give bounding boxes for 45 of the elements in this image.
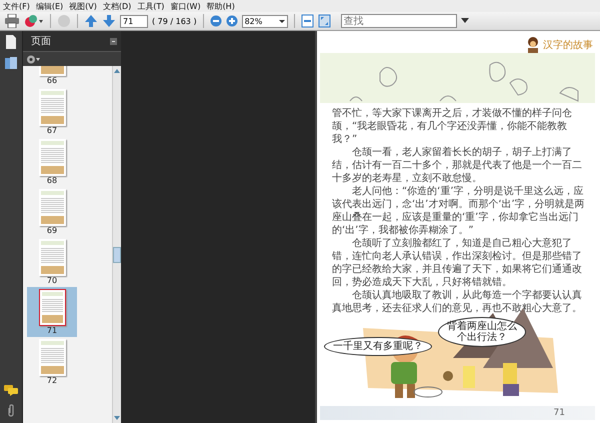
options-gear-icon[interactable] <box>26 54 40 64</box>
menu-item[interactable]: 帮助(H) <box>206 0 235 12</box>
zoom-out-icon[interactable] <box>210 15 222 27</box>
pages-icon[interactable] <box>5 35 17 49</box>
scroll-up-icon[interactable] <box>114 68 120 74</box>
paragraph: 仓颉听了立刻脸都红了，知道是自己粗心大意犯了错，连忙向老人承认错误，作出深刻检讨。但是那些错了的字已经教给大家，并且传遍了天下，如果将它们通通改回，势必造成天下大乱，只好将错就错。 <box>332 237 583 289</box>
full-screen-icon[interactable] <box>318 14 331 28</box>
paragraph: 老人问他：“你造的‘重’字，分明是说千里这么远，应该代表出远门，念‘出’才对啊。而那个‘出’字，分明就是两座山叠在一起，应该是重量的‘重’字，你却拿它当出远门的‘出’字，我都被你弄糊涂了。” <box>332 185 585 237</box>
zoom-dropdown[interactable]: 82% <box>242 14 288 28</box>
page-thumbnail[interactable]: 71 <box>27 287 77 337</box>
panel-title: 页面 <box>31 35 51 48</box>
dropdown-caret-icon[interactable] <box>460 18 469 24</box>
paragraph: 管不忙，等大家下课离开之后，才装做不懂的样子问仓颉，“我老眼昏花，有几个字还没弄懂，你能不能教教我？” <box>332 107 573 146</box>
page-thumbnail[interactable]: 70 <box>27 237 77 287</box>
up-arrow-icon[interactable] <box>84 14 98 28</box>
page-thumbnail[interactable]: 66 <box>27 66 77 87</box>
menu-item[interactable]: 文件(F) <box>3 0 30 12</box>
print-icon[interactable] <box>4 14 20 28</box>
scroll-down-icon[interactable] <box>114 415 120 421</box>
page-number-field[interactable]: 71 <box>120 14 148 28</box>
panel-menu-icon[interactable] <box>110 38 117 44</box>
page-thumbnail[interactable]: 69 <box>27 187 77 237</box>
page-number: 71 <box>554 408 565 418</box>
cartoon-character-icon <box>525 36 541 54</box>
page-thumbnail[interactable]: 68 <box>27 137 77 187</box>
search-field[interactable]: 查找 <box>340 14 457 28</box>
page-thumbnail[interactable]: 67 <box>27 87 77 137</box>
page-thumbnail[interactable]: 72 <box>27 337 77 387</box>
zoom-in-icon[interactable] <box>226 15 238 27</box>
scrollbar-thumb[interactable] <box>113 246 121 262</box>
menu-item[interactable]: 文档(D) <box>102 0 132 12</box>
paperclip-icon[interactable] <box>6 404 16 417</box>
menu-item[interactable]: 视图(V) <box>69 0 97 12</box>
scrollbar[interactable] <box>112 66 121 423</box>
comments-icon[interactable] <box>4 385 18 396</box>
down-arrow-icon[interactable] <box>102 14 116 28</box>
menu-item[interactable]: 窗口(W) <box>170 0 201 12</box>
bookmarks-icon[interactable] <box>5 57 17 70</box>
fit-page-icon[interactable] <box>300 14 314 28</box>
paragraph: 仓颉一看，老人家留着长长的胡子，胡子上打满了结，估计有一百二十多个，那就是代表了他是一个一百二十多岁的老寿星，立刻不敢怠慢。 <box>332 146 583 185</box>
menu-item[interactable]: 工具(T) <box>137 0 164 12</box>
page-count: ( 79 / 163 ) <box>152 16 197 26</box>
menu-item[interactable]: 编辑(E) <box>36 0 64 12</box>
speech-bubble: 一千里又有多重呢？ <box>324 337 432 356</box>
header-title: 汉字的故事 <box>543 38 593 52</box>
